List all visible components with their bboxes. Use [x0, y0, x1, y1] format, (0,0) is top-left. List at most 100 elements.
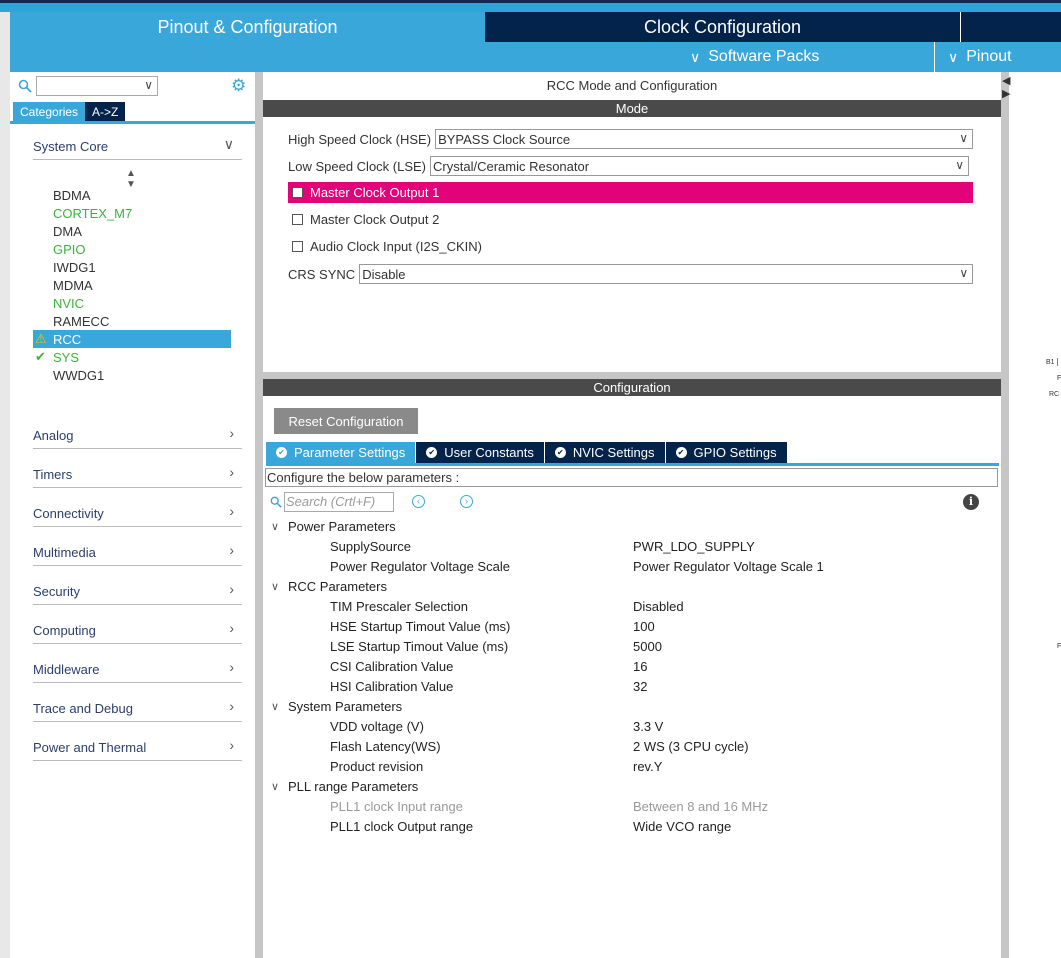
- chevron-down-icon: ∨: [223, 136, 234, 152]
- ip-item-ramecc[interactable]: RAMECC: [33, 312, 231, 330]
- tab-label: User Constants: [444, 445, 534, 460]
- param-row[interactable]: Power Regulator Voltage Scale Power Regul…: [330, 556, 990, 576]
- param-row[interactable]: LSE Startup Timout Value (ms) 5000: [330, 636, 990, 656]
- ip-item-dma[interactable]: DMA: [33, 222, 231, 240]
- section-power-and-thermal[interactable]: Power and Thermal ›: [33, 736, 242, 761]
- chevron-down-icon: ∨: [271, 580, 280, 593]
- section-label: Computing: [33, 623, 96, 638]
- section-label: Middleware: [33, 662, 100, 677]
- software-packs-label: Software Packs: [708, 48, 820, 65]
- group-power-parameters[interactable]: ∨ Power Parameters: [271, 516, 396, 536]
- lse-select[interactable]: Crystal/Ceramic Resonator ∨: [430, 156, 970, 176]
- chevron-right-icon: ›: [229, 659, 234, 675]
- audio-clock-checkbox[interactable]: [292, 241, 303, 252]
- tab-nvic-settings[interactable]: ✔ NVIC Settings: [544, 442, 665, 463]
- tab-extra[interactable]: [960, 12, 1061, 42]
- section-computing[interactable]: Computing ›: [33, 619, 242, 644]
- tab-categories[interactable]: Categories: [13, 102, 86, 121]
- section-label: Security: [33, 584, 80, 599]
- param-name: TIM Prescaler Selection: [330, 599, 468, 614]
- check-circle-icon: ✔: [426, 447, 438, 458]
- main-tabs: Pinout & Configuration Clock Configurati…: [10, 12, 1061, 42]
- section-timers[interactable]: Timers ›: [33, 463, 242, 488]
- ip-item-bdma[interactable]: BDMA: [33, 186, 231, 204]
- info-icon[interactable]: i: [963, 494, 979, 510]
- chevron-down-icon: ∨: [959, 266, 969, 280]
- ip-search-combo[interactable]: ∨: [36, 76, 158, 96]
- hse-select[interactable]: BYPASS Clock Source ∨: [435, 129, 974, 149]
- tab-a-to-z[interactable]: A->Z: [85, 102, 126, 121]
- audio-clock-row[interactable]: Audio Clock Input (I2S_CKIN): [288, 236, 973, 257]
- section-multimedia[interactable]: Multimedia ›: [33, 541, 242, 566]
- param-row[interactable]: Flash Latency(WS) 2 WS (3 CPU cycle): [330, 736, 990, 756]
- ip-label: MDMA: [53, 277, 93, 293]
- gear-icon[interactable]: ⚙: [231, 76, 246, 96]
- ip-item-rcc[interactable]: ⚠ RCC: [33, 330, 231, 348]
- section-connectivity[interactable]: Connectivity ›: [33, 502, 242, 527]
- tab-clock-configuration[interactable]: Clock Configuration: [485, 12, 960, 42]
- tab-pinout-configuration[interactable]: Pinout & Configuration: [10, 12, 485, 42]
- group-system-parameters[interactable]: ∨ System Parameters: [271, 696, 402, 716]
- tab-user-constants[interactable]: ✔ User Constants: [416, 442, 544, 463]
- param-row[interactable]: SupplySource PWR_LDO_SUPPLY: [330, 536, 990, 556]
- group-label: PLL range Parameters: [288, 778, 419, 794]
- param-row[interactable]: HSI Calibration Value 32: [330, 676, 990, 696]
- ip-item-cortex-m7[interactable]: CORTEX_M7: [33, 204, 231, 222]
- ip-item-wwdg1[interactable]: WWDG1: [33, 366, 231, 384]
- section-middleware[interactable]: Middleware ›: [33, 658, 242, 683]
- ip-item-sys[interactable]: ✔ SYS: [33, 348, 231, 366]
- tab-parameter-settings[interactable]: ✔ Parameter Settings: [266, 442, 416, 463]
- param-row[interactable]: VDD voltage (V) 3.3 V: [330, 716, 990, 736]
- collapse-arrow-icon[interactable]: ◀ ▶: [1002, 74, 1010, 100]
- lse-row: Low Speed Clock (LSE) Crystal/Ceramic Re…: [288, 156, 970, 176]
- chevron-down-icon: ∨: [271, 780, 280, 793]
- section-analog[interactable]: Analog ›: [33, 424, 242, 449]
- pinout-menu[interactable]: ∨ Pinout: [948, 42, 1012, 72]
- mco2-checkbox[interactable]: [292, 214, 303, 225]
- ip-item-mdma[interactable]: MDMA: [33, 276, 231, 294]
- section-system-core[interactable]: System Core ∨: [33, 135, 242, 160]
- param-row[interactable]: CSI Calibration Value 16: [330, 656, 990, 676]
- previous-result-icon[interactable]: ‹: [412, 495, 425, 508]
- crs-select[interactable]: Disable ∨: [359, 264, 974, 284]
- crs-row: CRS SYNC Disable ∨: [288, 264, 974, 284]
- check-circle-icon: ✔: [554, 447, 566, 458]
- param-name: LSE Startup Timout Value (ms): [330, 639, 509, 654]
- section-security[interactable]: Security ›: [33, 580, 242, 605]
- mco1-row[interactable]: Master Clock Output 1: [288, 182, 973, 203]
- ip-item-nvic[interactable]: NVIC: [33, 294, 231, 312]
- param-value: Disabled: [633, 599, 684, 614]
- panel-divider[interactable]: [255, 72, 263, 958]
- ip-label: GPIO: [53, 241, 86, 257]
- ip-label: IWDG1: [53, 259, 96, 275]
- group-pll-range-parameters[interactable]: ∨ PLL range Parameters: [271, 776, 418, 796]
- next-result-icon[interactable]: ›: [460, 495, 473, 508]
- param-row[interactable]: PLL1 clock Output range Wide VCO range: [330, 816, 990, 836]
- section-trace-and-debug[interactable]: Trace and Debug ›: [33, 697, 242, 722]
- software-packs-menu[interactable]: ∨ Software Packs: [690, 42, 819, 72]
- param-row[interactable]: TIM Prescaler Selection Disabled: [330, 596, 990, 616]
- reset-configuration-button[interactable]: Reset Configuration: [274, 408, 418, 434]
- mco2-row[interactable]: Master Clock Output 2: [288, 209, 973, 230]
- parameter-search-input[interactable]: Search (Crtl+F): [284, 492, 394, 512]
- tab-gpio-settings[interactable]: ✔ GPIO Settings: [665, 442, 787, 463]
- param-value: Power Regulator Voltage Scale 1: [633, 559, 824, 574]
- left-panel: ∨ ⚙ Categories A->Z System Core ∨ ▲ ▼ BDM…: [10, 72, 255, 958]
- crs-label: CRS SYNC: [288, 266, 356, 282]
- param-row[interactable]: HSE Startup Timout Value (ms) 100: [330, 616, 990, 636]
- param-row[interactable]: Product revision rev.Y: [330, 756, 990, 776]
- collapse-strip[interactable]: [1001, 72, 1009, 958]
- parameter-search-row: Search (Crtl+F): [270, 492, 394, 512]
- param-name: HSI Calibration Value: [330, 679, 454, 694]
- ip-item-gpio[interactable]: GPIO: [33, 240, 231, 258]
- mco1-checkbox[interactable]: [292, 187, 303, 198]
- section-label: System Core: [33, 139, 109, 154]
- top-strip: [0, 0, 1061, 12]
- group-rcc-parameters[interactable]: ∨ RCC Parameters: [271, 576, 387, 596]
- top-strip-line: [0, 0, 1061, 3]
- chevron-right-icon: ›: [229, 698, 234, 714]
- chevron-right-icon: ›: [229, 464, 234, 480]
- section-gap[interactable]: [263, 372, 1001, 379]
- ip-item-iwdg1[interactable]: IWDG1: [33, 258, 231, 276]
- param-value: Wide VCO range: [633, 819, 732, 834]
